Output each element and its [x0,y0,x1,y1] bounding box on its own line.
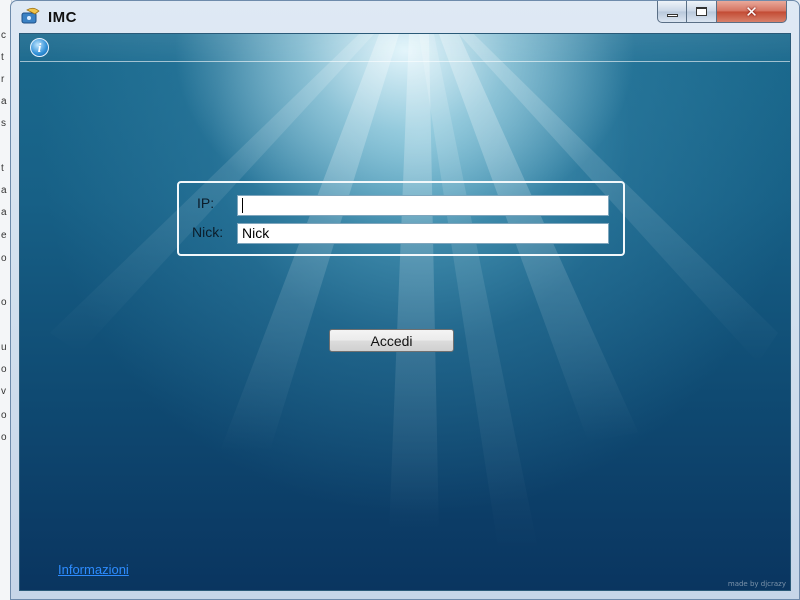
minimize-icon [666,14,678,17]
minimize-button[interactable] [657,1,687,23]
info-icon[interactable]: i [30,38,49,57]
imc-window: IMC ✕ i IP: Nick: Nick Accedi Informazio… [10,0,800,600]
app-icon [21,7,40,24]
light-rays-background [49,34,779,553]
ip-input[interactable] [237,195,609,216]
login-button[interactable]: Accedi [329,329,454,352]
close-button[interactable]: ✕ [717,1,787,23]
nick-label: Nick: [192,224,224,240]
text-caret [242,198,243,213]
connection-form: IP: Nick: Nick [177,181,625,256]
title-bar[interactable]: IMC ✕ [11,1,799,33]
window-title: IMC [48,9,77,26]
maximize-icon [696,7,707,16]
close-icon: ✕ [745,2,758,21]
nick-input[interactable]: Nick [237,223,609,244]
ip-label: IP: [197,195,215,211]
made-by-credit: made by djcrazy [727,580,786,588]
client-area: i IP: Nick: Nick Accedi Informazioni mad… [19,33,791,591]
info-toolbar: i [20,34,790,62]
caption-buttons: ✕ [657,1,787,23]
info-link[interactable]: Informazioni [58,562,129,577]
maximize-button[interactable] [687,1,717,23]
